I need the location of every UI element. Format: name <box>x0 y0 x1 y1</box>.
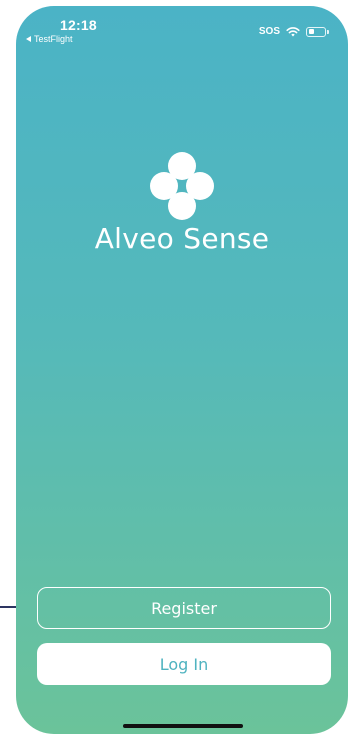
login-button[interactable]: Log In <box>37 643 331 685</box>
back-to-app-link[interactable]: TestFlight <box>26 34 73 44</box>
screenshot-canvas: 12:18 TestFlight SOS Alveo Sense Registe… <box>0 0 348 734</box>
home-indicator[interactable] <box>123 724 243 728</box>
app-logo <box>146 152 218 224</box>
register-button[interactable]: Register <box>37 587 331 629</box>
back-app-label: TestFlight <box>34 34 73 44</box>
battery-icon <box>306 26 329 37</box>
app-title: Alveo Sense <box>94 222 270 255</box>
register-button-label: Register <box>151 598 217 618</box>
login-button-label: Log In <box>159 654 209 674</box>
wifi-icon <box>286 26 300 37</box>
status-time: 12:18 <box>60 17 97 33</box>
sos-indicator: SOS <box>258 26 280 37</box>
phone-screen: 12:18 TestFlight SOS Alveo Sense Registe… <box>16 6 348 734</box>
back-arrow-icon <box>26 36 31 42</box>
status-indicators: SOS <box>258 26 329 37</box>
